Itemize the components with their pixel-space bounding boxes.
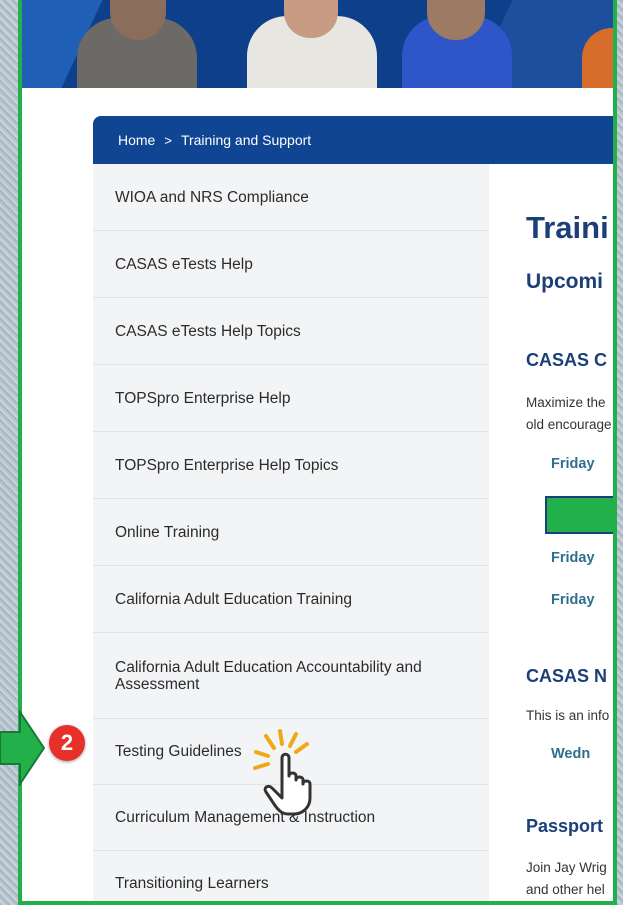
sidebar-item-topspro-help[interactable]: TOPSpro Enterprise Help (93, 365, 489, 432)
highlight-box (545, 496, 613, 534)
event-date-link[interactable]: Friday (551, 456, 595, 472)
breadcrumb-current[interactable]: Training and Support (181, 132, 311, 148)
event-date-link[interactable]: Friday (551, 550, 595, 566)
sidebar-item-label: WIOA and NRS Compliance (115, 188, 309, 206)
sidebar-item-label: Online Training (115, 523, 220, 541)
sidebar-item-label: California Adult Education Training (115, 590, 352, 608)
sidebar-item-wioa-nrs[interactable]: WIOA and NRS Compliance (93, 164, 489, 231)
section-text: and other hel (526, 882, 605, 897)
page-subtitle: Upcomi (526, 270, 604, 293)
sidebar-item-label: CASAS eTests Help Topics (115, 322, 301, 340)
sidebar-item-label: Transitioning Learners (115, 875, 269, 892)
section-text: Join Jay Wrig (526, 860, 607, 875)
section-heading: Passport (526, 816, 604, 836)
section-heading: CASAS C (526, 350, 608, 370)
sidebar-item-label: CASAS eTests Help (115, 255, 253, 273)
hand-cursor-icon (253, 729, 312, 816)
sidebar-item-ca-adult-ed-training[interactable]: California Adult Education Training (93, 566, 489, 633)
sidebar-item-etests-help-topics[interactable]: CASAS eTests Help Topics (93, 298, 489, 365)
event-date-link[interactable]: Wedn (551, 746, 590, 762)
section-text: Maximize the (526, 395, 606, 410)
sidebar-item-label: Testing Guidelines (115, 743, 242, 760)
breadcrumb-separator: > (164, 132, 172, 148)
sidebar-item-label: TOPSpro Enterprise Help (115, 389, 291, 407)
pointer-arrow-icon (0, 710, 45, 786)
sidebar-item-transitioning-learners[interactable]: Transitioning Learners (93, 851, 489, 901)
sidebar-item-ca-adult-ed-accountability[interactable]: California Adult Education Accountabilit… (93, 633, 489, 719)
sidebar-item-label: TOPSpro Enterprise Help Topics (115, 456, 339, 474)
page-title: Traini (526, 210, 609, 245)
main-content: Traini Upcomi CASAS C Maximize the old e… (489, 164, 613, 901)
sidebar-item-online-training[interactable]: Online Training (93, 499, 489, 566)
section-text: old encourage (526, 417, 612, 432)
breadcrumb: Home > Training and Support (93, 116, 613, 164)
step-number-badge: 2 (49, 725, 85, 761)
sidebar-item-etests-help[interactable]: CASAS eTests Help (93, 231, 489, 298)
background-texture-right (617, 0, 623, 905)
sidebar-item-topspro-help-topics[interactable]: TOPSpro Enterprise Help Topics (93, 432, 489, 499)
sidebar-item-label: California Adult Education Accountabilit… (115, 658, 422, 693)
header-banner-image (22, 0, 613, 88)
event-date-link[interactable]: Friday (551, 592, 595, 608)
breadcrumb-home-link[interactable]: Home (118, 132, 155, 148)
section-heading: CASAS N (526, 666, 608, 686)
section-text: This is an info (526, 708, 610, 723)
